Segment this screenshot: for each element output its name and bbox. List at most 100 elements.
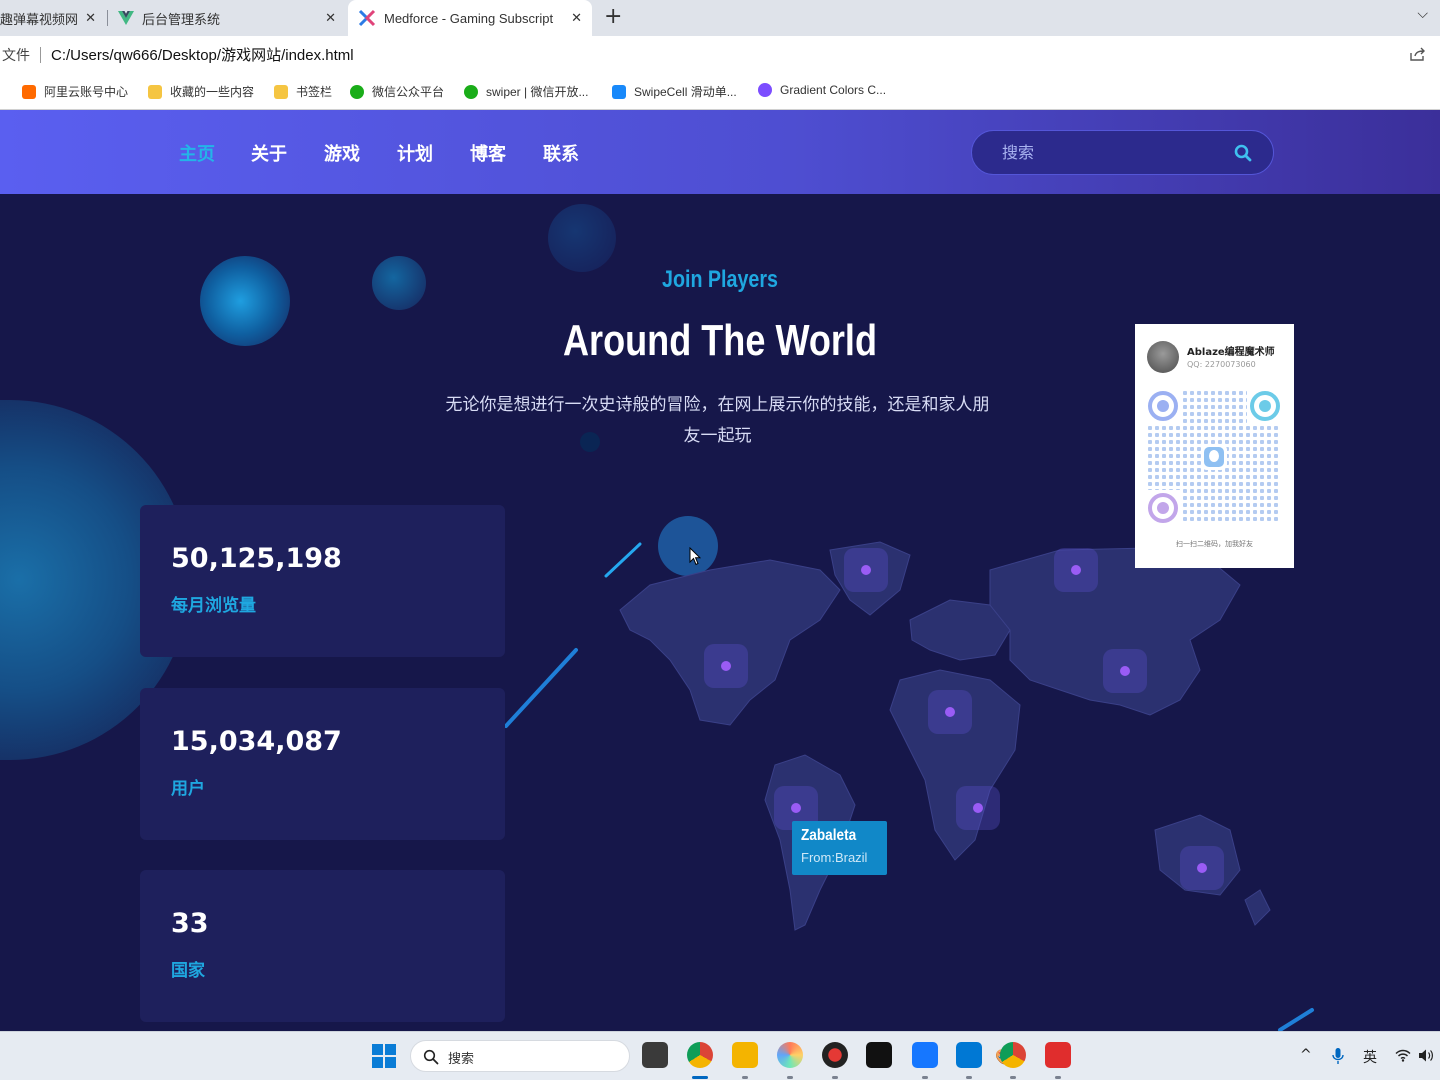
wechat-icon: [350, 84, 364, 99]
app-indicator: [966, 1076, 972, 1079]
stat-label: 用户: [171, 779, 205, 799]
bookmark-folder-bar[interactable]: 书签栏: [274, 83, 332, 100]
folder-icon: [148, 84, 162, 99]
blue-star-app-icon[interactable]: [912, 1042, 938, 1068]
bookmark-swipecell[interactable]: SwipeCell 滑动单...: [612, 83, 737, 100]
map-player-pin[interactable]: [704, 644, 748, 688]
capcut-icon[interactable]: [866, 1042, 892, 1068]
app-indicator: [787, 1076, 793, 1079]
stat-card-users: 15,034,087 用户: [140, 688, 505, 840]
map-player-pin[interactable]: [956, 786, 1000, 830]
bookmark-label: 书签栏: [296, 85, 333, 99]
aliyun-icon: [22, 84, 36, 99]
section-title: Around The World: [562, 316, 877, 365]
continent-north-america: [619, 559, 841, 726]
windows-start-icon[interactable]: [372, 1044, 396, 1068]
meteor-streak: [1278, 1008, 1314, 1031]
qr-owner-id: QQ: 2270073060: [1187, 360, 1256, 369]
nav-home[interactable]: 主页: [179, 140, 215, 166]
bookmark-label: 微信公众平台: [372, 85, 445, 99]
mouse-cursor-icon: [689, 547, 701, 566]
tab-close-icon[interactable]: ✕: [325, 10, 336, 26]
qr-owner-name: Ablaze编程魔术师: [1187, 347, 1275, 358]
wifi-icon[interactable]: [1395, 1049, 1411, 1062]
stat-card-monthly-views: 50,125,198 每月浏览量: [140, 505, 505, 657]
ime-language-indicator[interactable]: 英: [1363, 1047, 1377, 1067]
task-view-icon[interactable]: [642, 1042, 668, 1068]
tab-qudanmu[interactable]: 趣弹幕视频网 ✕: [0, 0, 106, 36]
qr-hint-text: 扫一扫二维码，加我好友: [1176, 540, 1253, 548]
stat-value: 15,034,087: [171, 726, 342, 757]
tab-search-menu-icon[interactable]: ⌵: [1417, 6, 1428, 22]
wechat-icon: [464, 84, 478, 99]
stat-label: 每月浏览量: [171, 596, 256, 616]
bookmark-aliyun[interactable]: 阿里云账号中心: [22, 83, 128, 100]
volume-icon[interactable]: [1418, 1048, 1434, 1063]
tab-close-icon[interactable]: ✕: [571, 10, 582, 26]
vscode-icon[interactable]: [956, 1042, 982, 1068]
colorful-app-icon[interactable]: [777, 1042, 803, 1068]
nav-games[interactable]: 游戏: [324, 140, 360, 166]
active-app-indicator: [692, 1076, 708, 1079]
bookmark-folder-saved[interactable]: 收藏的一些内容: [148, 83, 254, 100]
chrome-icon[interactable]: [687, 1042, 713, 1068]
stat-label: 国家: [171, 961, 205, 981]
nav-about[interactable]: 关于: [251, 140, 287, 166]
bookmarks-bar: 阿里云账号中心 收藏的一些内容 书签栏 微信公众平台 swiper | 微信开放…: [0, 73, 1440, 110]
bookmark-wechat-mp[interactable]: 微信公众平台: [350, 83, 444, 100]
medforce-logo-icon: [358, 9, 376, 27]
new-tab-button[interactable]: +: [604, 4, 622, 29]
tab-medforce[interactable]: Medforce - Gaming Subscription ✕: [348, 0, 592, 36]
nav-contact[interactable]: 联系: [543, 140, 579, 166]
site-navbar: 主页 关于 游戏 计划 博客 联系: [0, 110, 1440, 194]
qr-code-icon: [1147, 390, 1281, 524]
bookmark-swiper[interactable]: swiper | 微信开放...: [464, 83, 588, 100]
tab-separator: [107, 10, 108, 26]
section-description: 无论你是想进行一次史诗般的冒险，在网上展示你的技能，还是和家人朋友一起玩: [445, 395, 990, 446]
youdao-icon[interactable]: [1045, 1042, 1071, 1068]
vant-icon: [612, 84, 626, 99]
stat-value: 50,125,198: [171, 543, 342, 574]
bookmark-label: SwipeCell 滑动单...: [634, 85, 737, 99]
taskbar-search[interactable]: 搜索 🎨: [410, 1040, 1014, 1072]
tab-admin[interactable]: 后台管理系统 ✕: [110, 0, 346, 36]
chrome-icon[interactable]: [1000, 1042, 1026, 1068]
meteor-streak: [504, 648, 578, 728]
address-separator: [40, 46, 41, 63]
share-icon[interactable]: [1410, 47, 1426, 61]
app-indicator: [832, 1076, 838, 1079]
search-icon[interactable]: [1233, 143, 1253, 163]
site-search-input[interactable]: [1002, 143, 1222, 162]
tab-title: 趣弹幕视频网: [0, 11, 79, 27]
player-tooltip: Zabaleta From:Brazil: [792, 821, 887, 875]
app-indicator: [1055, 1076, 1061, 1079]
map-player-pin[interactable]: [844, 548, 888, 592]
tab-close-icon[interactable]: ✕: [85, 10, 96, 26]
microphone-icon[interactable]: [1332, 1047, 1344, 1065]
tab-title: Medforce - Gaming Subscription: [384, 10, 554, 26]
website-viewport: 主页 关于 游戏 计划 博客 联系 Join Players Around Th…: [0, 110, 1440, 1031]
bookmark-gradient-colors[interactable]: Gradient Colors C...: [758, 83, 886, 97]
app-indicator: [922, 1076, 928, 1079]
map-player-pin[interactable]: [1180, 846, 1224, 890]
map-player-pin[interactable]: [928, 690, 972, 734]
nav-plans[interactable]: 计划: [397, 140, 433, 166]
nav-blog[interactable]: 博客: [470, 140, 506, 166]
decorative-bubble: [548, 204, 616, 272]
browser-tab-bar: 趣弹幕视频网 ✕ 后台管理系统 ✕ Medforce - Gaming Subs…: [0, 0, 1440, 36]
address-bar[interactable]: 文件 C:/Users/qw666/Desktop/游戏网站/index.htm…: [0, 36, 1440, 73]
file-explorer-icon[interactable]: [732, 1042, 758, 1068]
screen-recorder-icon[interactable]: [822, 1042, 848, 1068]
tooltip-player-name: Zabaleta: [801, 827, 857, 844]
search-icon: [423, 1049, 439, 1065]
gradient-colors-icon: [758, 83, 772, 97]
map-player-pin[interactable]: [1054, 548, 1098, 592]
tray-overflow-chevron-icon[interactable]: ^: [1300, 1047, 1312, 1063]
bookmark-label: 阿里云账号中心: [44, 85, 129, 99]
folder-icon: [274, 84, 288, 99]
url-text[interactable]: C:/Users/qw666/Desktop/游戏网站/index.html: [51, 44, 354, 65]
bookmark-label: 收藏的一些内容: [170, 85, 255, 99]
bookmark-label: swiper | 微信开放...: [486, 85, 589, 99]
map-player-pin[interactable]: [1103, 649, 1147, 693]
vue-icon: [118, 11, 134, 25]
